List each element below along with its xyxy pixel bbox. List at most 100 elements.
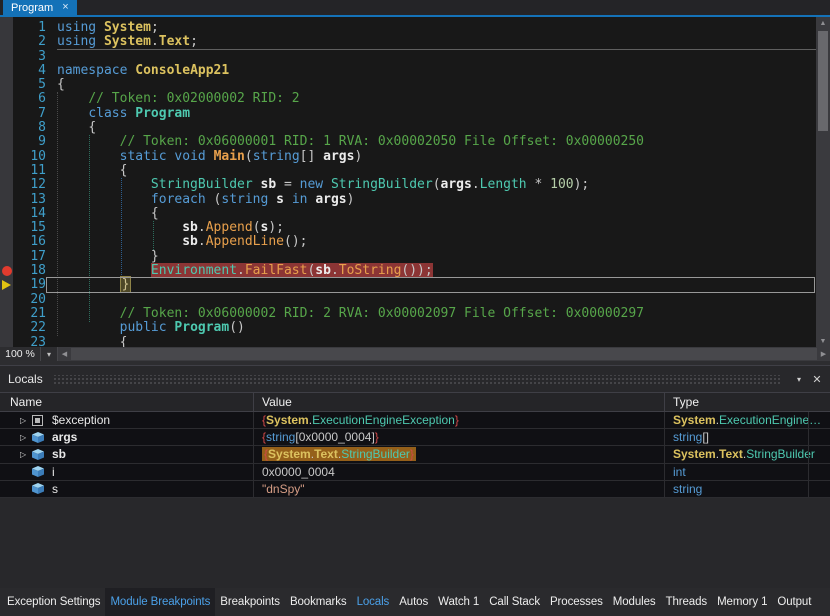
code-editor[interactable]: 1using System;2using System.Text;34names… [0, 17, 830, 347]
locals-row[interactable]: s"dnSpy"string [0, 481, 830, 498]
locals-value-cell: "dnSpy" [253, 481, 664, 497]
code-text: { [57, 164, 127, 178]
glyph-cell [0, 150, 13, 164]
highlighted-statement: Environment.FailFast(sb.ToString()); [151, 263, 433, 278]
panel-tab-output[interactable]: Output [772, 588, 816, 616]
expander-icon[interactable]: ▷ [20, 416, 32, 425]
column-header-name[interactable]: Name [0, 393, 253, 411]
code-text: // Token: 0x06000001 RID: 1 RVA: 0x00002… [57, 135, 644, 149]
code-text: } [57, 250, 159, 264]
line-number: 7 [13, 107, 46, 121]
locals-name-cell: s [0, 481, 253, 497]
panel-tab-processes[interactable]: Processes [545, 588, 608, 616]
variable-name: sb [52, 447, 66, 461]
vertical-scrollbar[interactable]: ▲ ▼ [816, 17, 830, 347]
locals-title-bar[interactable]: Locals ▾ ✕ [0, 366, 830, 392]
code-line: 19 } [0, 278, 816, 292]
panel-tab-modules[interactable]: Modules [608, 588, 661, 616]
local-variable-icon [32, 432, 44, 443]
local-variable-icon [32, 466, 44, 477]
expander-icon[interactable]: ▷ [20, 450, 32, 459]
panel-tab-autos[interactable]: Autos [394, 588, 433, 616]
line-number: 6 [13, 92, 46, 106]
code-line: 4namespace ConsoleApp21 [0, 64, 816, 78]
panel-tab-watch-1[interactable]: Watch 1 [433, 588, 484, 616]
locals-value-cell: {string[0x0000_0004]} [253, 429, 664, 445]
zoom-level[interactable]: 100 % [0, 347, 40, 361]
glyph-cell [0, 35, 13, 49]
vertical-scrollbar-thumb[interactable] [818, 31, 828, 131]
panel-close-icon[interactable]: ✕ [808, 370, 826, 388]
locals-type-cell: string [664, 481, 830, 497]
tab-program[interactable]: Program × [3, 0, 77, 15]
column-header-type[interactable]: Type [664, 393, 830, 411]
locals-value-cell: {System.Text.StringBuilder} [253, 446, 664, 462]
code-text: foreach (string s in args) [57, 193, 354, 207]
panel-tab-module-breakpoints[interactable]: Module Breakpoints [105, 588, 215, 616]
code-text: public Program() [57, 321, 245, 335]
line-number: 21 [13, 307, 46, 321]
scroll-down-icon[interactable]: ▼ [816, 335, 830, 347]
locals-value-cell: {System.ExecutionEngineException} [253, 412, 664, 428]
locals-row[interactable]: ▷args{string[0x0000_0004]}string[] [0, 429, 830, 446]
horizontal-scrollbar-thumb[interactable] [71, 348, 817, 360]
code-line: 7 class Program [0, 107, 816, 121]
horizontal-scrollbar[interactable]: ◀ ▶ [58, 347, 830, 361]
panel-menu-icon[interactable]: ▾ [790, 370, 808, 388]
locals-value-cell: 0x0000_0004 [253, 464, 664, 480]
glyph-cell [0, 164, 13, 178]
line-number: 1 [13, 21, 46, 35]
code-line: 5{ [0, 78, 816, 92]
locals-row[interactable]: ▷sb{System.Text.StringBuilder}System.Tex… [0, 446, 830, 463]
column-header-value[interactable]: Value [253, 393, 664, 411]
code-lines: 1using System;2using System.Text;34names… [0, 21, 816, 347]
scroll-left-icon[interactable]: ◀ [58, 347, 71, 361]
code-line: 8 { [0, 121, 816, 135]
glyph-cell [0, 50, 13, 64]
tab-close-icon[interactable]: × [62, 2, 68, 13]
glyph-cell [0, 336, 13, 347]
code-line: 13 foreach (string s in args) [0, 193, 816, 207]
glyph-cell [0, 121, 13, 135]
line-number: 13 [13, 193, 46, 207]
code-line: 21 // Token: 0x06000002 RID: 2 RVA: 0x00… [0, 307, 816, 321]
glyph-cell [0, 178, 13, 192]
zoom-dropdown-button[interactable]: ▾ [40, 347, 58, 361]
code-line: 6 // Token: 0x02000002 RID: 2 [0, 92, 816, 106]
dnspy-window: Program × 1using System;2using System.Te… [0, 0, 830, 616]
line-number: 17 [13, 250, 46, 264]
locals-row[interactable]: ▷$exception{System.ExecutionEngineExcept… [0, 412, 830, 429]
panel-tab-locals[interactable]: Locals [352, 588, 395, 616]
locals-name-cell: ▷$exception [0, 412, 253, 428]
code-line: 1using System; [0, 21, 816, 35]
panel-tab-breakpoints[interactable]: Breakpoints [215, 588, 285, 616]
code-text: { [57, 207, 159, 221]
panel-tab-call-stack[interactable]: Call Stack [484, 588, 545, 616]
glyph-cell [0, 193, 13, 207]
code-line: 11 { [0, 164, 816, 178]
line-number: 22 [13, 321, 46, 335]
glyph-cell [0, 78, 13, 92]
glyph-cell [0, 321, 13, 335]
locals-row[interactable]: i0x0000_0004int [0, 464, 830, 481]
locals-name-cell: ▷ sb [0, 446, 253, 462]
glyph-cell [0, 107, 13, 121]
code-text: using System.Text; [57, 35, 198, 49]
code-text: // Token: 0x02000002 RID: 2 [57, 92, 300, 106]
code-text: StringBuilder sb = new StringBuilder(arg… [57, 178, 589, 192]
code-line: 16 sb.AppendLine(); [0, 235, 816, 249]
code-line: 17 } [0, 250, 816, 264]
panel-tab-bookmarks[interactable]: Bookmarks [285, 588, 352, 616]
scroll-right-icon[interactable]: ▶ [817, 347, 830, 361]
code-text: sb.AppendLine(); [57, 235, 307, 249]
panel-tab-memory-1[interactable]: Memory 1 [712, 588, 772, 616]
panel-tab-exception-settings[interactable]: Exception Settings [2, 588, 105, 616]
locals-type-cell: int [664, 464, 830, 480]
breakpoint-icon[interactable] [0, 264, 13, 278]
current-statement-arrow-icon[interactable] [0, 278, 13, 292]
scroll-up-icon[interactable]: ▲ [816, 17, 830, 29]
line-number: 12 [13, 178, 46, 192]
code-text: { [57, 121, 96, 135]
panel-tab-threads[interactable]: Threads [661, 588, 713, 616]
expander-icon[interactable]: ▷ [20, 433, 32, 442]
